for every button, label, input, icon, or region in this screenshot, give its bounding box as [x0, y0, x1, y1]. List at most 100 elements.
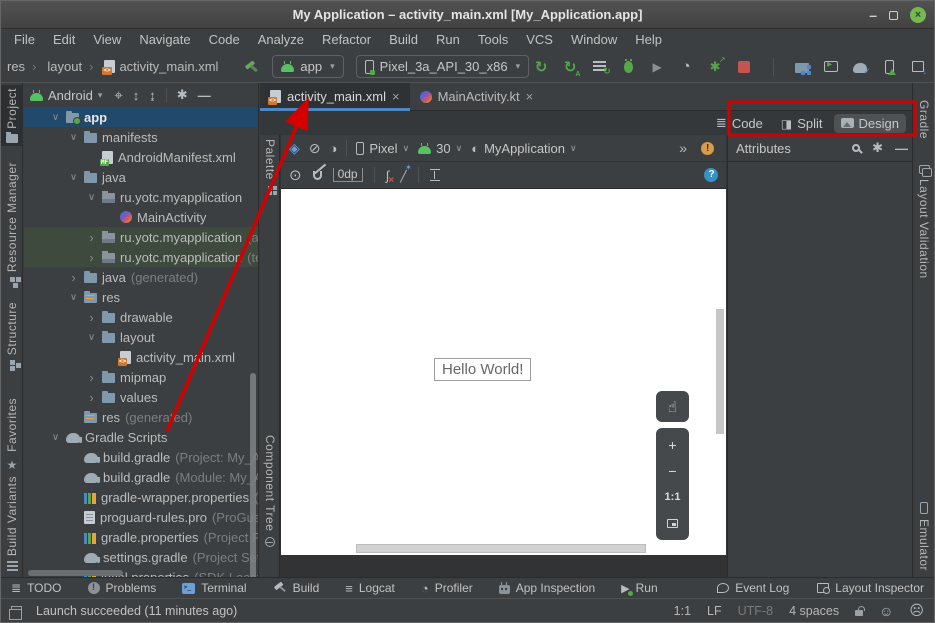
- tool-window-button[interactable]: Favorites: [1, 395, 23, 475]
- chevron-icon[interactable]: [50, 432, 61, 443]
- unlock-icon[interactable]: [855, 610, 863, 616]
- expand-all-icon[interactable]: [133, 88, 140, 103]
- tree-item[interactable]: settings.gradle (Project Settings): [24, 547, 258, 567]
- line-separator[interactable]: LF: [707, 604, 722, 618]
- default-margin-value[interactable]: 0dp: [333, 168, 363, 182]
- breadcrumb-item[interactable]: layout: [25, 59, 82, 74]
- tree-item[interactable]: AndroidManifest.xml: [24, 147, 258, 167]
- tool-window-button[interactable]: Layout Validation: [913, 162, 935, 282]
- tree-item[interactable]: layout: [24, 327, 258, 347]
- tool-window-button[interactable]: Project: [1, 85, 23, 146]
- tool-window-button[interactable]: App Inspection: [499, 581, 595, 595]
- tree-item[interactable]: drawable: [24, 307, 258, 327]
- chevron-icon[interactable]: [86, 230, 97, 245]
- file-encoding[interactable]: UTF-8: [738, 604, 773, 618]
- tree-item[interactable]: gradle.properties (Project Properties): [24, 527, 258, 547]
- tree-item[interactable]: build.gradle (Project: My_Application): [24, 447, 258, 467]
- gear-icon[interactable]: [177, 87, 188, 103]
- canvas-hscrollbar[interactable]: [356, 544, 646, 553]
- chevron-icon[interactable]: [68, 132, 79, 143]
- view-options-icon[interactable]: [289, 166, 302, 184]
- tool-window-button[interactable]: Terminal: [182, 581, 246, 595]
- mode-option[interactable]: Design: [834, 114, 906, 133]
- chevron-icon[interactable]: [68, 172, 79, 183]
- chevron-icon[interactable]: [86, 370, 97, 385]
- tool-window-button[interactable]: Emulator: [913, 499, 935, 574]
- component-tree-tab[interactable]: Component Tree: [260, 435, 280, 547]
- project-hscrollbar[interactable]: [28, 570, 123, 576]
- pan-button[interactable]: [656, 391, 689, 422]
- orientation-icon[interactable]: [309, 140, 321, 157]
- tree-item[interactable]: ru.yotc.myapplication: [24, 187, 258, 207]
- tree-item[interactable]: mipmap: [24, 367, 258, 387]
- autoconnect-off-icon[interactable]: [313, 171, 322, 180]
- caret-position[interactable]: 1:1: [674, 604, 691, 618]
- search-icon[interactable]: [852, 144, 860, 152]
- palette-tab[interactable]: Palette: [260, 139, 280, 195]
- chevron-icon[interactable]: [86, 250, 97, 265]
- tool-window-button[interactable]: Layout Inspector: [817, 581, 924, 595]
- restore-icon[interactable]: [889, 11, 898, 20]
- tree-item[interactable]: Gradle Scripts: [24, 427, 258, 447]
- chevron-icon[interactable]: [86, 332, 97, 343]
- menu-item[interactable]: Analyze: [249, 29, 313, 51]
- chevron-icon[interactable]: [68, 292, 79, 303]
- project-view-select[interactable]: Android: [30, 88, 102, 103]
- menu-item[interactable]: Build: [380, 29, 427, 51]
- hide-panel-icon[interactable]: [198, 88, 211, 103]
- menu-item[interactable]: Help: [626, 29, 671, 51]
- tree-item[interactable]: gradle-wrapper.properties (Gradle Versio…: [24, 487, 258, 507]
- tool-window-button[interactable]: Logcat: [345, 581, 395, 596]
- tree-item[interactable]: activity_main.xml: [24, 347, 258, 367]
- tree-item[interactable]: build.gradle (Module: My_Application.app…: [24, 467, 258, 487]
- breadcrumb-item[interactable]: res: [7, 59, 25, 74]
- project-scrollbar[interactable]: [250, 373, 256, 577]
- tool-window-button[interactable]: Event Log: [717, 581, 789, 595]
- select-opened-file-icon[interactable]: [114, 87, 122, 104]
- chevron-icon[interactable]: [50, 112, 61, 123]
- tool-window-button[interactable]: Problems: [88, 581, 157, 595]
- mode-option[interactable]: Code: [709, 113, 770, 133]
- zoom-fit-button[interactable]: [656, 510, 689, 536]
- zoom-in-button[interactable]: +: [656, 432, 689, 458]
- tool-window-button[interactable]: Gradle: [913, 97, 935, 142]
- tree-item[interactable]: values: [24, 387, 258, 407]
- tree-item[interactable]: MainActivity: [24, 207, 258, 227]
- device-select[interactable]: Pixel_3a_API_30_x86: [356, 55, 529, 78]
- zoom-out-button[interactable]: −: [656, 458, 689, 484]
- indent-info[interactable]: 4 spaces: [789, 604, 839, 618]
- tree-item[interactable]: java (generated): [24, 267, 258, 287]
- window-stack-icon[interactable]: [11, 606, 22, 615]
- clear-constraints-icon[interactable]: [386, 168, 390, 183]
- collapse-all-icon[interactable]: [149, 88, 156, 103]
- menu-item[interactable]: Tools: [469, 29, 517, 51]
- sad-face-icon[interactable]: ☹: [909, 602, 924, 619]
- api-level-select[interactable]: 30: [418, 141, 462, 156]
- tool-window-button[interactable]: Build Variants: [1, 473, 23, 574]
- menu-item[interactable]: VCS: [517, 29, 562, 51]
- menu-item[interactable]: Navigate: [130, 29, 199, 51]
- menu-item[interactable]: Refactor: [313, 29, 380, 51]
- tree-item[interactable]: manifests: [24, 127, 258, 147]
- close-icon[interactable]: ×: [910, 7, 926, 23]
- close-tab-icon[interactable]: [392, 89, 400, 104]
- tool-window-button[interactable]: Profiler: [421, 581, 473, 596]
- tree-item[interactable]: app: [24, 107, 258, 127]
- tree-item[interactable]: ru.yotc.myapplication (test): [24, 247, 258, 267]
- device-in-editor-select[interactable]: Pixel: [356, 141, 409, 156]
- tree-item[interactable]: res (generated): [24, 407, 258, 427]
- tree-item[interactable]: ru.yotc.myapplication (androidTest): [24, 227, 258, 247]
- menu-item[interactable]: Code: [200, 29, 249, 51]
- hide-panel-icon[interactable]: [895, 141, 908, 156]
- menu-item[interactable]: Edit: [44, 29, 84, 51]
- run-configuration-select[interactable]: app: [272, 55, 343, 78]
- menu-item[interactable]: View: [84, 29, 130, 51]
- title-bar[interactable]: My Application – activity_main.xml [My_A…: [1, 1, 934, 29]
- editor-tab[interactable]: MainActivity.kt: [410, 83, 544, 110]
- tool-window-button[interactable]: Resource Manager: [1, 159, 23, 285]
- toolbar-overflow[interactable]: »: [679, 140, 687, 156]
- menu-item[interactable]: Run: [427, 29, 469, 51]
- canvas-vscrollbar[interactable]: [716, 309, 724, 434]
- issues-badge-icon[interactable]: [701, 142, 714, 155]
- chevron-icon[interactable]: [68, 270, 79, 285]
